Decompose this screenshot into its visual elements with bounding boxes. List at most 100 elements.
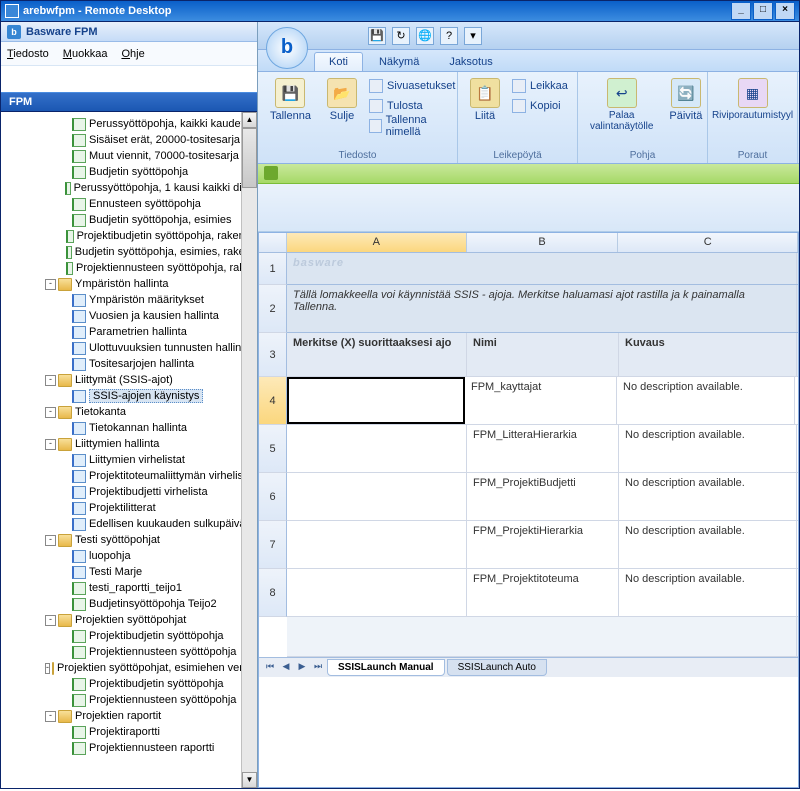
tree-item[interactable]: Projektiennusteen syöttöpohja <box>1 644 257 660</box>
cell-c6[interactable]: No description available. <box>619 473 797 520</box>
row-header[interactable]: 3 <box>259 333 287 377</box>
cell-c4[interactable]: No description available. <box>617 377 795 424</box>
cell-b7[interactable]: FPM_ProjektiHierarkia <box>467 521 619 568</box>
sheet-last-icon[interactable]: ⏭ <box>311 661 325 675</box>
col-header-c[interactable]: C <box>618 233 798 252</box>
tab-koti[interactable]: Koti <box>314 52 363 71</box>
tree-item[interactable]: Perussyöttöpohja, 1 kausi kaikki dime <box>1 180 257 196</box>
tree-item[interactable]: Projektiennusteen syöttöpohja, raken <box>1 260 257 276</box>
kopioi-button[interactable]: Kopioi <box>508 96 572 116</box>
expand-icon[interactable]: - <box>45 711 56 722</box>
tree-item[interactable]: -Projektien raportit <box>1 708 257 724</box>
tallenna-nimella-button[interactable]: Tallenna nimellä <box>365 116 459 136</box>
tab-nakyma[interactable]: Näkymä <box>365 53 433 71</box>
cell-b6[interactable]: FPM_ProjektiBudjetti <box>467 473 619 520</box>
spreadsheet[interactable]: A B C 1 2 3 4 5 6 7 8 basware Tällä loma… <box>258 232 799 788</box>
tree-item[interactable]: Ulottuvuuksien tunnusten hallinta <box>1 340 257 356</box>
row-header[interactable]: 4 <box>259 377 287 425</box>
sulje-button[interactable]: 📂Sulje <box>319 76 365 159</box>
minimize-button[interactable]: _ <box>731 2 751 20</box>
cell-a7[interactable] <box>287 521 467 568</box>
scroll-thumb[interactable] <box>242 128 257 188</box>
tree-item[interactable]: Budjetin syöttöpohja, esimies <box>1 212 257 228</box>
cell-a8[interactable] <box>287 569 467 616</box>
globe-icon[interactable]: 🌐 <box>416 27 434 45</box>
cell-c7[interactable]: No description available. <box>619 521 797 568</box>
tree-item[interactable]: Sisäiset erät, 20000-tositesarja <box>1 132 257 148</box>
tab-jaksotus[interactable]: Jaksotus <box>435 53 506 71</box>
cell-a4[interactable] <box>287 377 465 424</box>
select-all-corner[interactable] <box>259 233 287 252</box>
expand-icon[interactable]: - <box>45 535 56 546</box>
tree-item[interactable]: Projektiraportti <box>1 724 257 740</box>
tree-item[interactable]: Projektiennusteen raportti <box>1 740 257 756</box>
tallenna-button[interactable]: 💾Tallenna <box>262 76 319 159</box>
cell-b5[interactable]: FPM_LitteraHierarkia <box>467 425 619 472</box>
liita-button[interactable]: 📋Liitä <box>462 76 508 159</box>
row-header[interactable]: 5 <box>259 425 287 473</box>
tree-item[interactable]: -Testi syöttöpohjat <box>1 532 257 548</box>
help-icon[interactable]: ? <box>440 27 458 45</box>
tree-item[interactable]: Projektiennusteen syöttöpohja <box>1 692 257 708</box>
cell-c5[interactable]: No description available. <box>619 425 797 472</box>
save-icon[interactable]: 💾 <box>368 27 386 45</box>
expand-icon[interactable]: - <box>45 615 56 626</box>
tree-item[interactable]: Projektibudjetin syöttöpohja <box>1 676 257 692</box>
tree-item[interactable]: testi_raportti_teijo1 <box>1 580 257 596</box>
expand-icon[interactable]: - <box>45 407 56 418</box>
row-header[interactable]: 6 <box>259 473 287 521</box>
expand-icon[interactable]: - <box>45 663 50 674</box>
tree-item[interactable]: Liittymien virhelistat <box>1 452 257 468</box>
tree-item[interactable]: -Ympäristön hallinta <box>1 276 257 292</box>
cell-b8[interactable]: FPM_Projektitoteuma <box>467 569 619 616</box>
tree-item[interactable]: Muut viennit, 70000-tositesarja <box>1 148 257 164</box>
palaa-button[interactable]: ↩Palaa valintanäytölle <box>582 76 661 159</box>
leikkaa-button[interactable]: Leikkaa <box>508 76 572 96</box>
cell-a5[interactable] <box>287 425 467 472</box>
row-header[interactable]: 1 <box>259 253 287 285</box>
app-menu-button[interactable]: b <box>266 27 308 69</box>
maximize-button[interactable]: □ <box>753 2 773 20</box>
row-header[interactable]: 8 <box>259 569 287 617</box>
menu-tiedosto[interactable]: Tiedosto <box>7 48 49 60</box>
tree-item[interactable]: Ennusteen syöttöpohja <box>1 196 257 212</box>
tree-item[interactable]: Parametrien hallinta <box>1 324 257 340</box>
tree-item[interactable]: Projektibudjetin syöttöpohja <box>1 628 257 644</box>
expand-icon[interactable]: - <box>45 279 56 290</box>
tree-item[interactable]: Projektibudjetti virhelista <box>1 484 257 500</box>
tree-item[interactable]: -Liittymien hallinta <box>1 436 257 452</box>
tree-item[interactable]: Budjetinsyöttöpohja Teijo2 <box>1 596 257 612</box>
sivuasetukset-button[interactable]: Sivuasetukset <box>365 76 459 96</box>
scroll-down-icon[interactable]: ▼ <box>242 772 257 788</box>
expand-icon[interactable]: - <box>45 439 56 450</box>
scroll-up-icon[interactable]: ▲ <box>242 112 257 128</box>
tree-view[interactable]: ▲ ▼ Perussyöttöpohja, kaikki kaudetSisäi… <box>1 112 257 788</box>
expand-icon[interactable]: - <box>45 375 56 386</box>
refresh-icon[interactable]: ↻ <box>392 27 410 45</box>
tree-item[interactable]: -Liittymät (SSIS-ajot) <box>1 372 257 388</box>
tree-item[interactable]: Projektilitterat <box>1 500 257 516</box>
riviporautumis-button[interactable]: ▦Riviporautumistyyl <box>704 76 799 123</box>
tree-item[interactable]: Perussyöttöpohja, kaikki kaudet <box>1 116 257 132</box>
tree-item[interactable]: Testi Marje <box>1 564 257 580</box>
tree-item[interactable]: -Projektien syöttöpohjat <box>1 612 257 628</box>
sheet-prev-icon[interactable]: ◀ <box>279 661 293 675</box>
tree-item[interactable]: SSIS-ajojen käynistys <box>1 388 257 404</box>
tree-item[interactable]: Projektibudjetin syöttöpohja, rakennu <box>1 228 257 244</box>
cell-a6[interactable] <box>287 473 467 520</box>
tree-item[interactable]: Tietokannan hallinta <box>1 420 257 436</box>
tulosta-button[interactable]: Tulosta <box>365 96 459 116</box>
scrollbar[interactable]: ▲ ▼ <box>241 112 257 788</box>
cell-b4[interactable]: FPM_kayttajat <box>465 377 617 424</box>
tree-item[interactable]: Projektitoteumaliittymän virhelista <box>1 468 257 484</box>
tree-item[interactable]: luopohja <box>1 548 257 564</box>
sheet-first-icon[interactable]: ⏮ <box>263 661 277 675</box>
menu-muokkaa[interactable]: Muokkaa <box>63 48 108 60</box>
col-header-b[interactable]: B <box>467 233 619 252</box>
sheet-next-icon[interactable]: ▶ <box>295 661 309 675</box>
col-header-a[interactable]: A <box>287 233 467 252</box>
menu-ohje[interactable]: Ohje <box>121 48 144 60</box>
sheet-tab-manual[interactable]: SSISLaunch Manual <box>327 659 445 676</box>
close-button[interactable]: × <box>775 2 795 20</box>
tree-item[interactable]: Vuosien ja kausien hallinta <box>1 308 257 324</box>
